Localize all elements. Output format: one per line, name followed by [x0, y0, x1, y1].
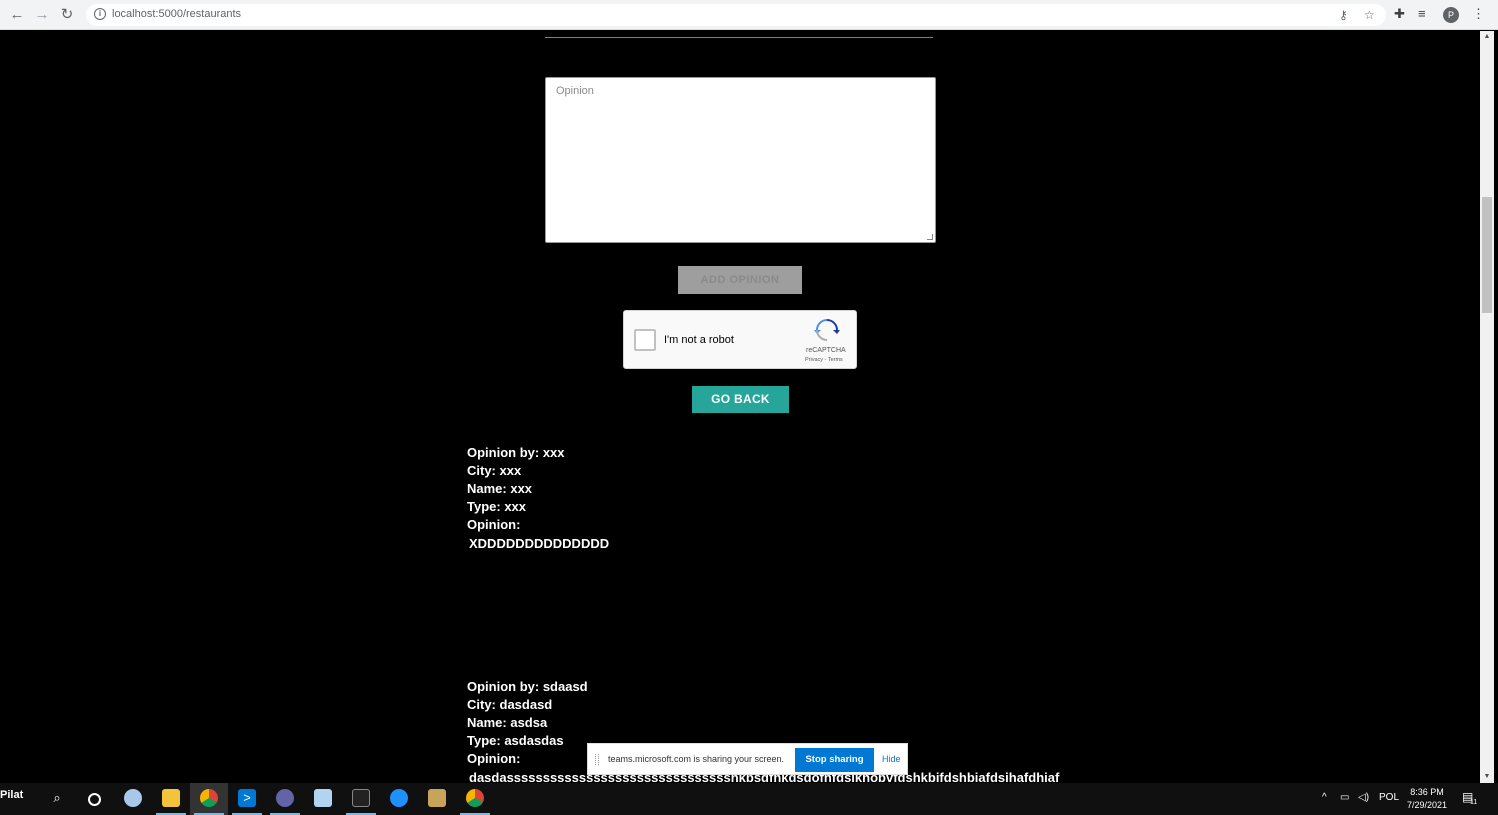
opinion-text: XDDDDDDDDDDDDDD	[469, 536, 610, 551]
forward-arrow-icon[interactable]: →	[33, 6, 51, 24]
search-icon[interactable]: ⌕	[38, 783, 76, 815]
volume-icon[interactable]: ◁)	[1358, 792, 1369, 803]
go-back-button[interactable]: GO BACK	[692, 386, 789, 413]
recaptcha-terms-link[interactable]: Privacy - Terms	[805, 357, 843, 363]
teams-icon[interactable]	[266, 783, 304, 815]
opinion-type: Type: xxx	[467, 499, 527, 514]
file-explorer-icon[interactable]	[152, 783, 190, 815]
recaptcha-brand: reCAPTCHA	[806, 347, 846, 354]
opinion-card: Opinion by: xxx City: xxx Name: xxx Type…	[467, 444, 609, 553]
network-icon[interactable]: ▭	[1340, 792, 1349, 803]
resize-handle-icon[interactable]	[927, 234, 933, 240]
opinion-label: Opinion:	[467, 517, 521, 532]
clock-date: 7/29/2021	[1406, 800, 1448, 810]
menu-kebab-icon[interactable]: ⋮	[1472, 6, 1485, 22]
opinion-author: Opinion by: sdaasd	[467, 679, 588, 694]
scroll-up-arrow-icon[interactable]: ▲	[1480, 31, 1494, 43]
media-control-icon[interactable]: ≡	[1418, 6, 1426, 21]
app-icon[interactable]	[114, 783, 152, 815]
chevron-up-icon[interactable]: ^	[1322, 792, 1327, 803]
page-content: Opinion ADD OPINION I'm not a robot reCA…	[0, 31, 1480, 783]
site-info-icon[interactable]: i	[94, 8, 106, 20]
opinion-city: City: xxx	[467, 463, 522, 478]
screen-share-bar: teams.microsoft.com is sharing your scre…	[587, 743, 908, 775]
drag-handle-icon[interactable]	[595, 754, 599, 765]
clock[interactable]: 8:36 PM 7/29/2021	[1400, 786, 1454, 812]
start-label: Pilat	[0, 789, 24, 801]
chrome-icon[interactable]	[456, 783, 494, 815]
key-icon[interactable]: ⚷	[1339, 8, 1348, 22]
recaptcha-checkbox[interactable]	[634, 329, 656, 351]
stop-sharing-button[interactable]: Stop sharing	[795, 748, 874, 772]
opinion-placeholder: Opinion	[556, 85, 594, 97]
recaptcha-logo-icon	[814, 319, 840, 341]
profile-avatar[interactable]: P	[1443, 7, 1459, 23]
back-arrow-icon[interactable]: ←	[8, 6, 26, 24]
page-scrollbar[interactable]: ▲ ▼	[1480, 31, 1494, 783]
recaptcha-widget: I'm not a robot reCAPTCHA Privacy - Term…	[623, 310, 857, 369]
address-url[interactable]: localhost:5000/restaurants	[112, 8, 241, 20]
reload-icon[interactable]: ↻	[58, 6, 76, 24]
chrome-profile-icon[interactable]	[190, 783, 228, 815]
vscode-icon[interactable]: >	[228, 783, 266, 815]
game-launcher-icon[interactable]	[418, 783, 456, 815]
hide-link[interactable]: Hide	[882, 754, 901, 764]
windows-taskbar: Pilat ⌕ > ^ ▭ ◁) POL 8:36 PM 7/29/2021 ▤…	[0, 783, 1498, 815]
start-button[interactable]: Pilat	[0, 783, 38, 815]
opinion-author: Opinion by: xxx	[467, 445, 565, 460]
notepad-icon[interactable]	[304, 783, 342, 815]
recaptcha-label: I'm not a robot	[664, 334, 734, 346]
share-message: teams.microsoft.com is sharing your scre…	[608, 754, 785, 764]
opinion-city: City: dasdasd	[467, 697, 553, 712]
browser-toolbar: ← → ↻ i localhost:5000/restaurants ⚷ ☆ ✚…	[0, 0, 1498, 30]
address-bar[interactable]: i localhost:5000/restaurants ⚷ ☆	[86, 4, 1386, 26]
edge-icon[interactable]	[380, 783, 418, 815]
add-opinion-button[interactable]: ADD OPINION	[678, 266, 802, 294]
bookmark-star-icon[interactable]: ☆	[1364, 8, 1375, 22]
notification-count: 11	[1470, 799, 1478, 806]
language-indicator[interactable]: POL	[1379, 792, 1399, 803]
clock-time: 8:36 PM	[1410, 787, 1444, 797]
opinion-restaurant-name: Name: asdsa	[467, 715, 548, 730]
scrollbar-thumb[interactable]	[1482, 197, 1492, 313]
terminal-icon[interactable]	[342, 783, 380, 815]
cortana-icon[interactable]	[75, 783, 113, 815]
opinion-textarea[interactable]: Opinion	[545, 77, 936, 243]
input-underline	[545, 37, 933, 38]
opinion-restaurant-name: Name: xxx	[467, 481, 533, 496]
extensions-puzzle-icon[interactable]: ✚	[1394, 6, 1405, 22]
scroll-down-arrow-icon[interactable]: ▼	[1480, 771, 1494, 783]
